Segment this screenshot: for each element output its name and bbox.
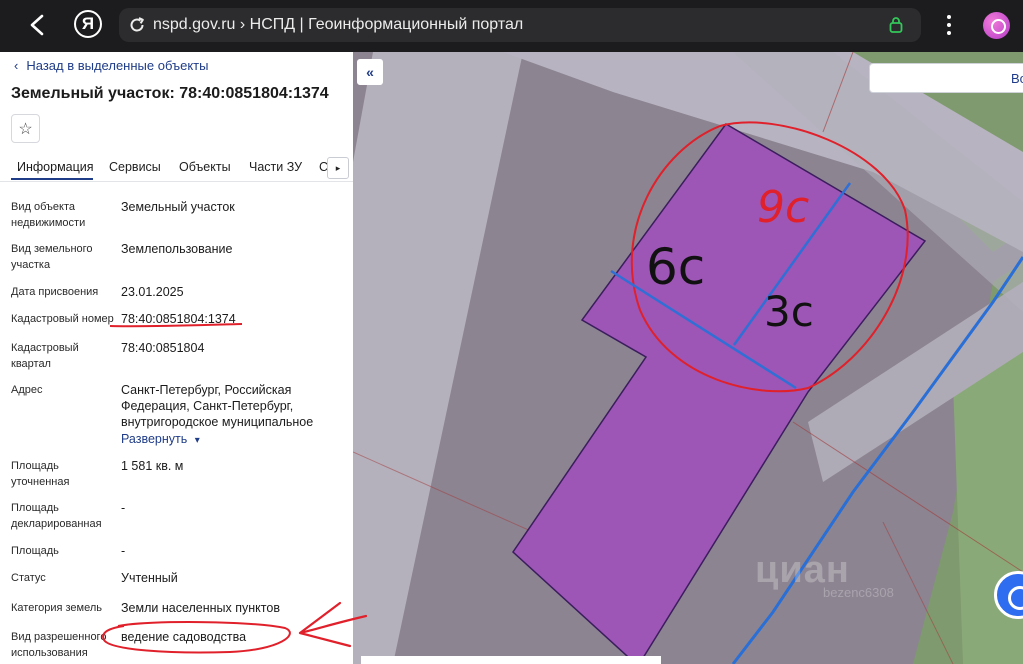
label-area-declared: Площадь декларированная bbox=[11, 502, 102, 530]
label-land-type: Вид земельного участка bbox=[11, 243, 93, 271]
lock-icon[interactable] bbox=[889, 16, 903, 34]
tab-parts[interactable]: Части ЗУ bbox=[249, 160, 302, 174]
watermark-id: bezenc6308 bbox=[823, 585, 894, 600]
value-assign-date: 23.01.2025 bbox=[121, 285, 184, 299]
map-view[interactable]: « Во циан bezenc6308 bbox=[353, 52, 1023, 664]
map-search-input[interactable]: Во bbox=[869, 63, 1023, 93]
chevron-down-icon: ▾ bbox=[194, 435, 200, 446]
alice-assistant-icon[interactable] bbox=[983, 12, 1010, 39]
value-area-refined: 1 581 кв. м bbox=[121, 459, 184, 473]
yandex-logo-icon[interactable]: Я bbox=[74, 10, 102, 38]
expand-label: Развернуть bbox=[121, 432, 188, 446]
back-link-label: Назад в выделенные объекты bbox=[26, 58, 209, 73]
browser-toolbar: Я nspd.gov.ru › НСПД | Геоинформационный… bbox=[0, 0, 1023, 52]
label-cadastral-quarter: Кадастровый квартал bbox=[11, 342, 79, 370]
expand-address-link[interactable]: Развернуть ▾ bbox=[121, 432, 200, 446]
favorite-star-icon[interactable]: ☆ bbox=[11, 114, 40, 143]
value-permitted-use: ведение садоводства bbox=[121, 630, 247, 644]
value-cadastral-number: 78:40:0851804:1374 bbox=[121, 312, 236, 326]
tab-services[interactable]: Сервисы bbox=[109, 160, 161, 174]
label-area: Площадь bbox=[11, 545, 59, 557]
label-address: Адрес bbox=[11, 384, 43, 396]
url-text: nspd.gov.ru › НСПД | Геоинформационный п… bbox=[153, 16, 524, 33]
value-area-declared: - bbox=[121, 501, 126, 515]
label-status: Статус bbox=[11, 572, 46, 584]
value-land-category: Земли населенных пунктов bbox=[121, 601, 280, 615]
tab-objects[interactable]: Объекты bbox=[179, 160, 231, 174]
value-status: Учтенный bbox=[121, 571, 178, 585]
value-object-type: Земельный участок bbox=[121, 200, 235, 214]
back-arrow-icon[interactable] bbox=[22, 10, 52, 40]
value-area: - bbox=[121, 544, 126, 558]
address-bar[interactable]: nspd.gov.ru › НСПД | Геоинформационный п… bbox=[119, 8, 921, 42]
tab-information[interactable]: Информация bbox=[17, 160, 94, 174]
tabs-scroll-right-icon[interactable]: ▸ bbox=[327, 157, 349, 179]
value-address: Санкт-Петербург, Российская Федерация, С… bbox=[121, 383, 314, 429]
label-permitted-use: Вид разрешенного использования bbox=[11, 631, 107, 659]
value-cadastral-quarter: 78:40:0851804 bbox=[121, 341, 205, 355]
label-land-category: Категория земель bbox=[11, 602, 102, 614]
reload-icon[interactable] bbox=[127, 15, 147, 35]
map-search-text: Во bbox=[1011, 71, 1023, 86]
value-land-type: Землепользование bbox=[121, 242, 233, 256]
info-panel: ‹ Назад в выделенные объекты Земельный уч… bbox=[0, 52, 353, 664]
map-canvas bbox=[353, 52, 1023, 664]
back-to-selected-link[interactable]: ‹ Назад в выделенные объекты bbox=[14, 58, 208, 73]
label-area-refined: Площадь уточненная bbox=[11, 460, 70, 488]
more-menu-icon[interactable] bbox=[935, 8, 963, 42]
label-object-type: Вид объекта недвижимости bbox=[11, 201, 86, 229]
collapse-panel-icon[interactable]: « bbox=[357, 59, 383, 85]
label-assign-date: Дата присвоения bbox=[11, 286, 99, 298]
label-cadastral-number: Кадастровый номер bbox=[11, 313, 114, 325]
chevron-left-icon: ‹ bbox=[14, 58, 19, 73]
active-tab-indicator bbox=[11, 178, 93, 180]
page-title: Земельный участок: 78:40:0851804:1374 bbox=[11, 85, 329, 102]
